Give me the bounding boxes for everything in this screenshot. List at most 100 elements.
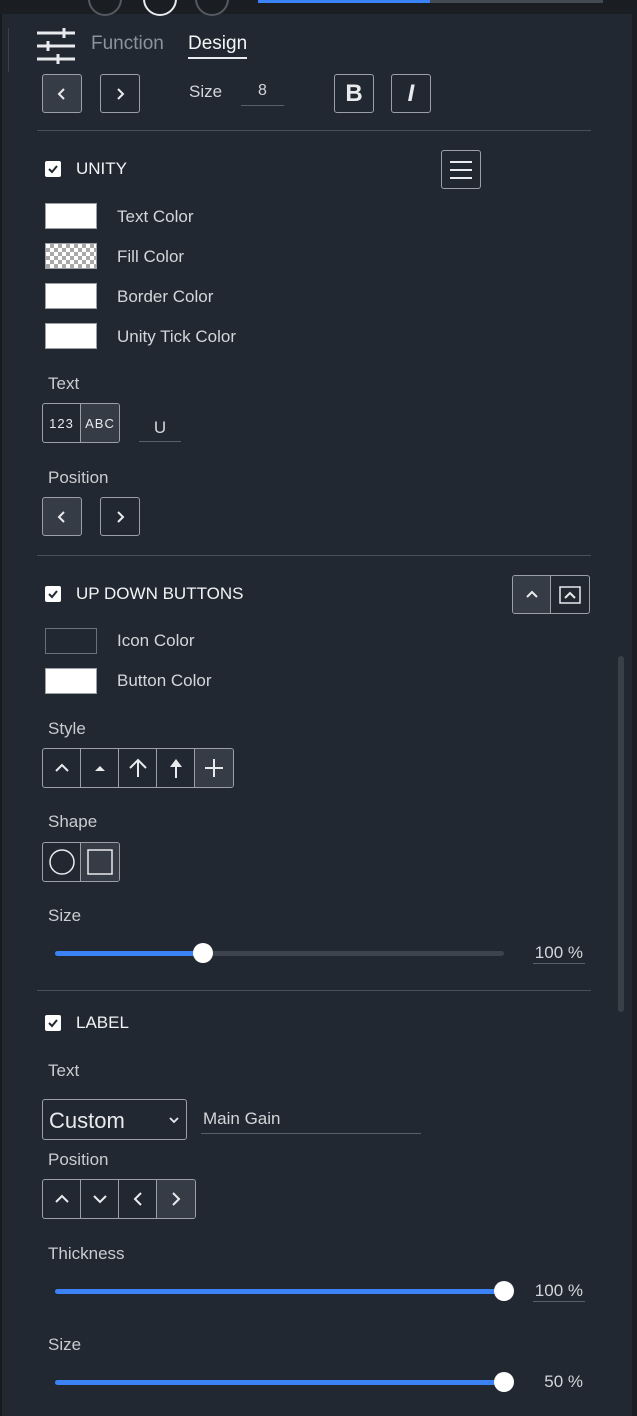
chevron-left-icon (57, 87, 65, 100)
divider (8, 28, 9, 72)
layout-inline-button[interactable] (513, 576, 551, 613)
up-down-size-slider[interactable] (55, 943, 504, 963)
chevron-up-icon (54, 1194, 69, 1203)
label-position-left-button[interactable] (119, 1180, 157, 1218)
up-down-section-title: UP DOWN BUTTONS (76, 584, 244, 603)
label-text-label: Text (48, 1061, 80, 1080)
unity-text-input[interactable]: U (139, 418, 181, 442)
circle-icon (48, 849, 75, 875)
divider (37, 130, 591, 131)
sliders-icon (37, 28, 75, 64)
label-position-group (42, 1179, 196, 1219)
fill-color-label: Fill Color (117, 247, 185, 266)
italic-button[interactable]: I (391, 74, 431, 113)
tab-design[interactable]: Design (188, 33, 248, 59)
style-triangle-button[interactable] (81, 749, 119, 787)
text-color-swatch[interactable] (45, 203, 97, 229)
up-down-size-value[interactable]: 100 % (528, 943, 585, 964)
chevron-right-icon (117, 510, 125, 523)
style-solid-arrow-button[interactable] (157, 749, 195, 787)
shape-group (42, 842, 120, 882)
thickness-label: Thickness (48, 1244, 125, 1263)
layout-boxed-button[interactable] (551, 576, 589, 613)
chevron-left-icon (133, 1192, 142, 1206)
size-label: Size (189, 82, 223, 101)
slider-thumb[interactable] (193, 943, 214, 963)
label-checkbox[interactable] (45, 1015, 61, 1031)
icon-color-swatch[interactable] (45, 628, 97, 654)
label-text-mode-select[interactable]: Custom (42, 1099, 187, 1140)
style-group (42, 748, 234, 788)
panel-header: Function Design (0, 14, 632, 74)
numeric-mode-button[interactable]: 123 (43, 404, 81, 442)
slider-thumb[interactable] (494, 1372, 514, 1392)
unity-tick-color-swatch[interactable] (45, 323, 97, 349)
unity-section-title: UNITY (76, 159, 127, 178)
chevron-up-icon (525, 590, 538, 598)
fill-color-swatch[interactable] (45, 243, 97, 269)
check-icon (48, 1019, 58, 1028)
label-size-value[interactable]: 50 % (528, 1372, 585, 1392)
percent-value[interactable]: 50 % (542, 1372, 585, 1392)
left-edge (0, 14, 2, 1416)
border-color-swatch[interactable] (45, 283, 97, 309)
style-chevron-button[interactable] (43, 749, 81, 787)
alpha-mode-button[interactable]: ABC (81, 404, 119, 442)
divider (37, 555, 591, 556)
slider-thumb[interactable] (494, 1281, 514, 1301)
top-strip (0, 0, 637, 16)
bold-button[interactable]: B (334, 74, 374, 113)
unity-text-mode-group: 123 ABC (42, 403, 120, 443)
thickness-value[interactable]: 100 % (528, 1281, 585, 1302)
style-plus-button[interactable] (195, 749, 233, 787)
right-edge (632, 14, 637, 1416)
style-label: Style (48, 719, 86, 738)
button-color-label: Button Color (117, 671, 212, 690)
up-down-checkbox[interactable] (45, 586, 61, 602)
chevron-down-icon (92, 1195, 107, 1204)
up-down-layout-group (512, 575, 590, 614)
text-color-label: Text Color (117, 207, 194, 226)
triangle-up-icon (94, 766, 105, 771)
label-position-top-button[interactable] (43, 1180, 81, 1218)
boxed-chevron-up-icon (559, 585, 581, 604)
unity-position-label: Position (48, 468, 109, 487)
tab-function[interactable]: Function (91, 33, 164, 55)
menu-button[interactable] (441, 150, 481, 189)
label-text-input[interactable]: Main Gain (201, 1109, 421, 1134)
chevron-up-icon (54, 763, 69, 772)
check-icon (48, 165, 58, 174)
icon-color-label: Icon Color (117, 631, 195, 650)
select-value: Custom (49, 1108, 125, 1133)
style-arrow-button[interactable] (119, 749, 157, 787)
shape-square-button[interactable] (81, 843, 119, 881)
font-size-input[interactable]: 8 (241, 82, 284, 106)
solid-arrow-up-icon (169, 759, 182, 778)
label-position-label: Position (48, 1150, 109, 1169)
chevron-right-icon (172, 1192, 181, 1206)
unity-checkbox[interactable] (45, 161, 61, 177)
percent-value[interactable]: 100 % (532, 1281, 585, 1302)
chevron-left-icon (57, 510, 65, 523)
thickness-slider[interactable] (55, 1281, 514, 1301)
position-right-button[interactable] (100, 497, 140, 536)
position-left-button[interactable] (42, 497, 82, 536)
label-section-title: LABEL (76, 1013, 129, 1032)
slider-fill (55, 1289, 504, 1294)
label-position-bottom-button[interactable] (81, 1180, 119, 1218)
chevron-down-icon (169, 1117, 179, 1124)
slider-fill (55, 1380, 504, 1385)
plus-icon (205, 759, 223, 777)
label-position-right-button[interactable] (157, 1180, 195, 1218)
align-right-button[interactable] (100, 74, 140, 113)
percent-value[interactable]: 100 % (532, 943, 585, 964)
divider (37, 990, 591, 991)
button-color-swatch[interactable] (45, 668, 97, 694)
slider-fill (55, 951, 204, 956)
label-size-slider[interactable] (55, 1372, 514, 1392)
scrollbar-thumb[interactable] (618, 656, 624, 1012)
chevron-right-icon (117, 87, 125, 100)
shape-circle-button[interactable] (43, 843, 81, 881)
square-icon (87, 849, 113, 875)
align-left-button[interactable] (42, 74, 82, 113)
